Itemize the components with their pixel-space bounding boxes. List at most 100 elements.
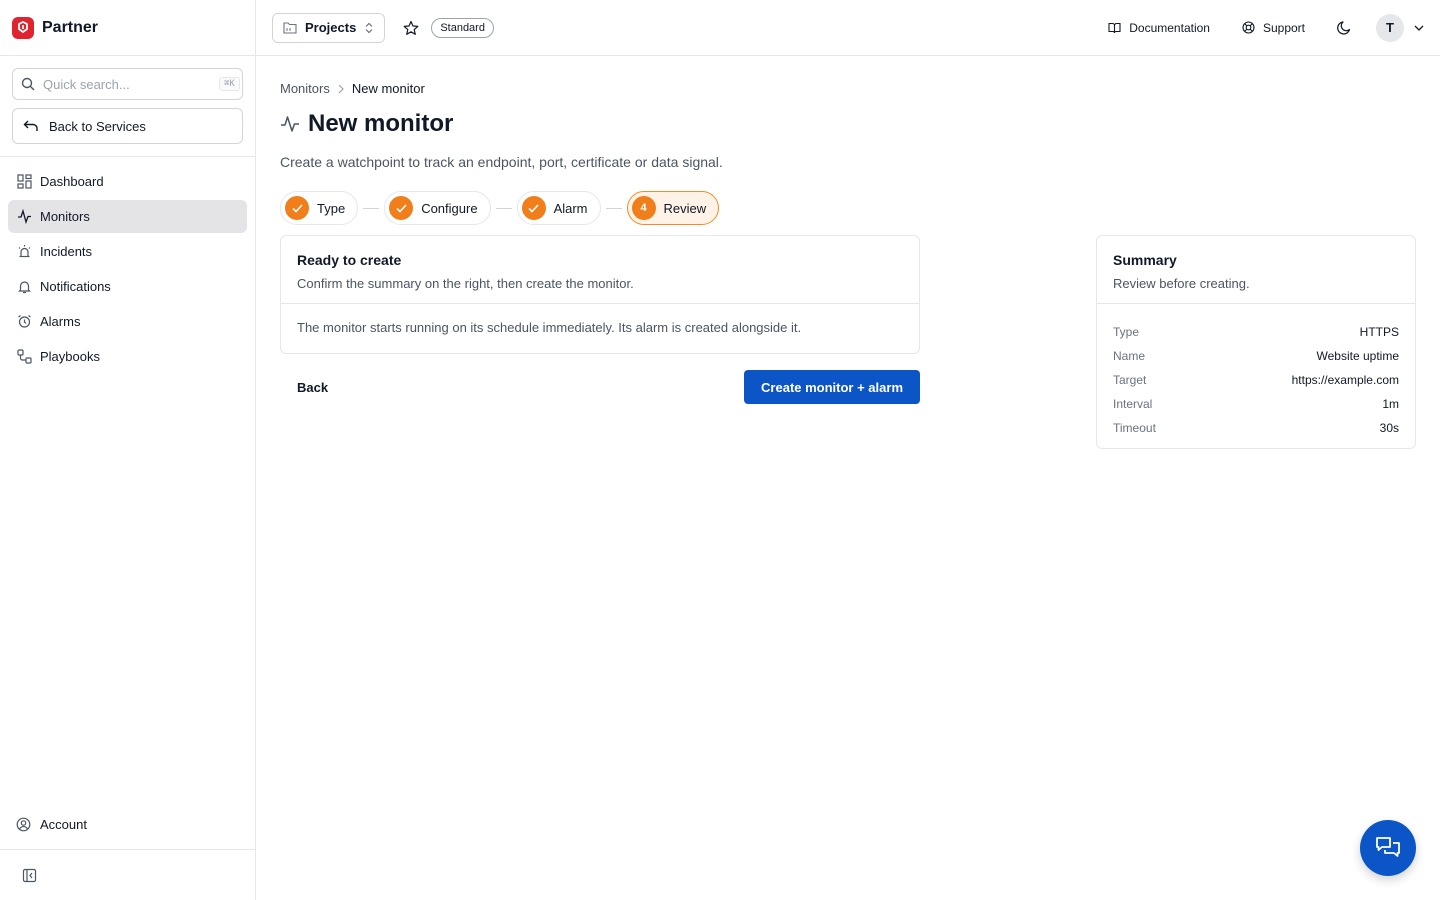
- back-button[interactable]: Back: [280, 370, 345, 404]
- sidebar-item-playbooks[interactable]: Playbooks: [8, 340, 247, 373]
- chat-button[interactable]: [1360, 820, 1416, 876]
- header-right: Documentation Support T: [1108, 13, 1424, 42]
- sidebar-top: ⌘K Back to Services: [0, 56, 255, 157]
- book-open-icon: [1108, 22, 1121, 34]
- summary-key: Name: [1113, 349, 1146, 363]
- sidebar-item-monitors[interactable]: Monitors: [8, 200, 247, 233]
- step-label: Configure: [421, 200, 478, 216]
- avatar: T: [1376, 13, 1404, 42]
- summary-list: Type HTTPS Name Website uptime Target ht…: [1097, 304, 1415, 440]
- star-icon[interactable]: [403, 20, 419, 36]
- ready-card-title: Ready to create: [297, 252, 402, 268]
- summary-key: Type: [1113, 325, 1140, 339]
- summary-row: Timeout 30s: [1113, 416, 1399, 440]
- sidebar-item-notifications[interactable]: Notifications: [8, 270, 247, 303]
- sidebar-item-label: Playbooks: [40, 349, 100, 364]
- projects-label: Projects: [305, 20, 357, 35]
- step-alarm[interactable]: Alarm: [516, 191, 601, 225]
- support-link[interactable]: Support: [1242, 21, 1305, 35]
- check-icon: [285, 196, 309, 220]
- step-connector: [495, 207, 512, 209]
- sidebar-item-account[interactable]: Account: [8, 808, 247, 841]
- sidebar-item-label: Monitors: [40, 209, 90, 224]
- sidebar-item-label: Dashboard: [40, 174, 104, 189]
- breadcrumb-current: New monitor: [351, 81, 425, 96]
- step-label: Type: [317, 200, 346, 216]
- folder-icon: [283, 21, 297, 34]
- plan-badge: Standard: [431, 17, 494, 38]
- documentation-label: Documentation: [1129, 20, 1210, 35]
- summary-key: Target: [1113, 373, 1147, 387]
- summary-key: Interval: [1113, 397, 1153, 411]
- summary-value: 1m: [1382, 397, 1399, 411]
- step-type[interactable]: Type: [280, 191, 359, 225]
- chevrons-up-down-icon: [364, 22, 374, 34]
- sidebar-item-label: Notifications: [40, 279, 111, 294]
- chevron-right-icon: [338, 84, 344, 94]
- sidebar-item-alarms[interactable]: Alarms: [8, 305, 247, 338]
- summary-value: HTTPS: [1359, 325, 1399, 339]
- documentation-link[interactable]: Documentation: [1108, 21, 1210, 35]
- chevron-down-icon: [1414, 25, 1424, 31]
- summary-key: Timeout: [1113, 421, 1156, 435]
- step-number: 4: [631, 196, 656, 220]
- support-label: Support: [1262, 20, 1305, 35]
- summary-value: Website uptime: [1316, 349, 1399, 363]
- search-icon: [21, 77, 35, 91]
- step-configure[interactable]: Configure: [384, 191, 491, 225]
- step-review[interactable]: 4 Review: [626, 191, 720, 225]
- step-label: Review: [663, 200, 707, 216]
- summary-card: Summary Review before creating. Type HTT…: [1096, 235, 1416, 449]
- check-icon: [521, 196, 546, 220]
- ready-card-body: The monitor starts running on its schedu…: [297, 320, 802, 335]
- ready-card: Ready to create Confirm the summary on t…: [280, 235, 920, 354]
- quick-search[interactable]: ⌘K: [12, 68, 243, 100]
- stepper: Type Configure Alarm 4 Review: [280, 191, 1416, 225]
- form-actions: Back Create monitor + alarm: [280, 370, 920, 404]
- breadcrumb: Monitors New monitor: [280, 81, 1416, 96]
- moon-icon[interactable]: [1337, 20, 1352, 35]
- summary-title: Summary: [1113, 252, 1177, 268]
- user-circle-icon: [16, 817, 32, 833]
- brand: Partner: [0, 0, 255, 56]
- dashboard-icon: [16, 174, 32, 190]
- step-connector: [363, 207, 380, 209]
- sidebar-item-dashboard[interactable]: Dashboard: [8, 165, 247, 198]
- brand-name: Partner: [42, 18, 99, 36]
- back-to-services-button[interactable]: Back to Services: [12, 108, 243, 144]
- search-input[interactable]: [43, 76, 219, 92]
- main-content: Monitors New monitor New monitor Create …: [280, 56, 1416, 449]
- page-title: New monitor: [308, 110, 454, 137]
- life-buoy-icon: [1242, 21, 1255, 34]
- siren-icon: [16, 244, 32, 260]
- title-row: New monitor: [280, 110, 1416, 138]
- sidebar-item-incidents[interactable]: Incidents: [8, 235, 247, 268]
- step-connector: [605, 207, 622, 209]
- summary-header: Summary Review before creating.: [1097, 236, 1415, 304]
- undo-arrow-icon: [23, 119, 39, 133]
- user-menu[interactable]: T: [1376, 13, 1424, 42]
- chat-bubbles-icon: [1375, 836, 1401, 860]
- step-label: Alarm: [553, 200, 588, 216]
- top-header: Projects Standard Documentation Support …: [256, 0, 1440, 56]
- summary-value: 30s: [1379, 421, 1399, 435]
- summary-row: Type HTTPS: [1113, 320, 1399, 344]
- projects-switcher[interactable]: Projects: [272, 12, 386, 43]
- check-icon: [389, 196, 414, 220]
- ready-card-description: Confirm the summary on the right, then c…: [297, 276, 634, 291]
- bell-icon: [16, 279, 32, 295]
- alarm-clock-icon: [16, 314, 32, 330]
- brand-logo-icon: [12, 16, 34, 39]
- sidebar-item-label: Alarms: [40, 314, 81, 329]
- search-shortcut: ⌘K: [219, 77, 240, 91]
- sidebar-item-label: Incidents: [40, 244, 93, 259]
- activity-icon: [280, 114, 300, 134]
- collapse-sidebar-icon[interactable]: [22, 868, 37, 883]
- summary-row: Target https://example.com: [1113, 368, 1399, 392]
- breadcrumb-monitors-link[interactable]: Monitors: [280, 81, 330, 96]
- page-subtitle: Create a watchpoint to track an endpoint…: [280, 154, 723, 170]
- back-to-services-label: Back to Services: [49, 118, 146, 134]
- create-monitor-button[interactable]: Create monitor + alarm: [744, 370, 920, 404]
- summary-row: Interval 1m: [1113, 392, 1399, 416]
- account-label: Account: [40, 817, 87, 832]
